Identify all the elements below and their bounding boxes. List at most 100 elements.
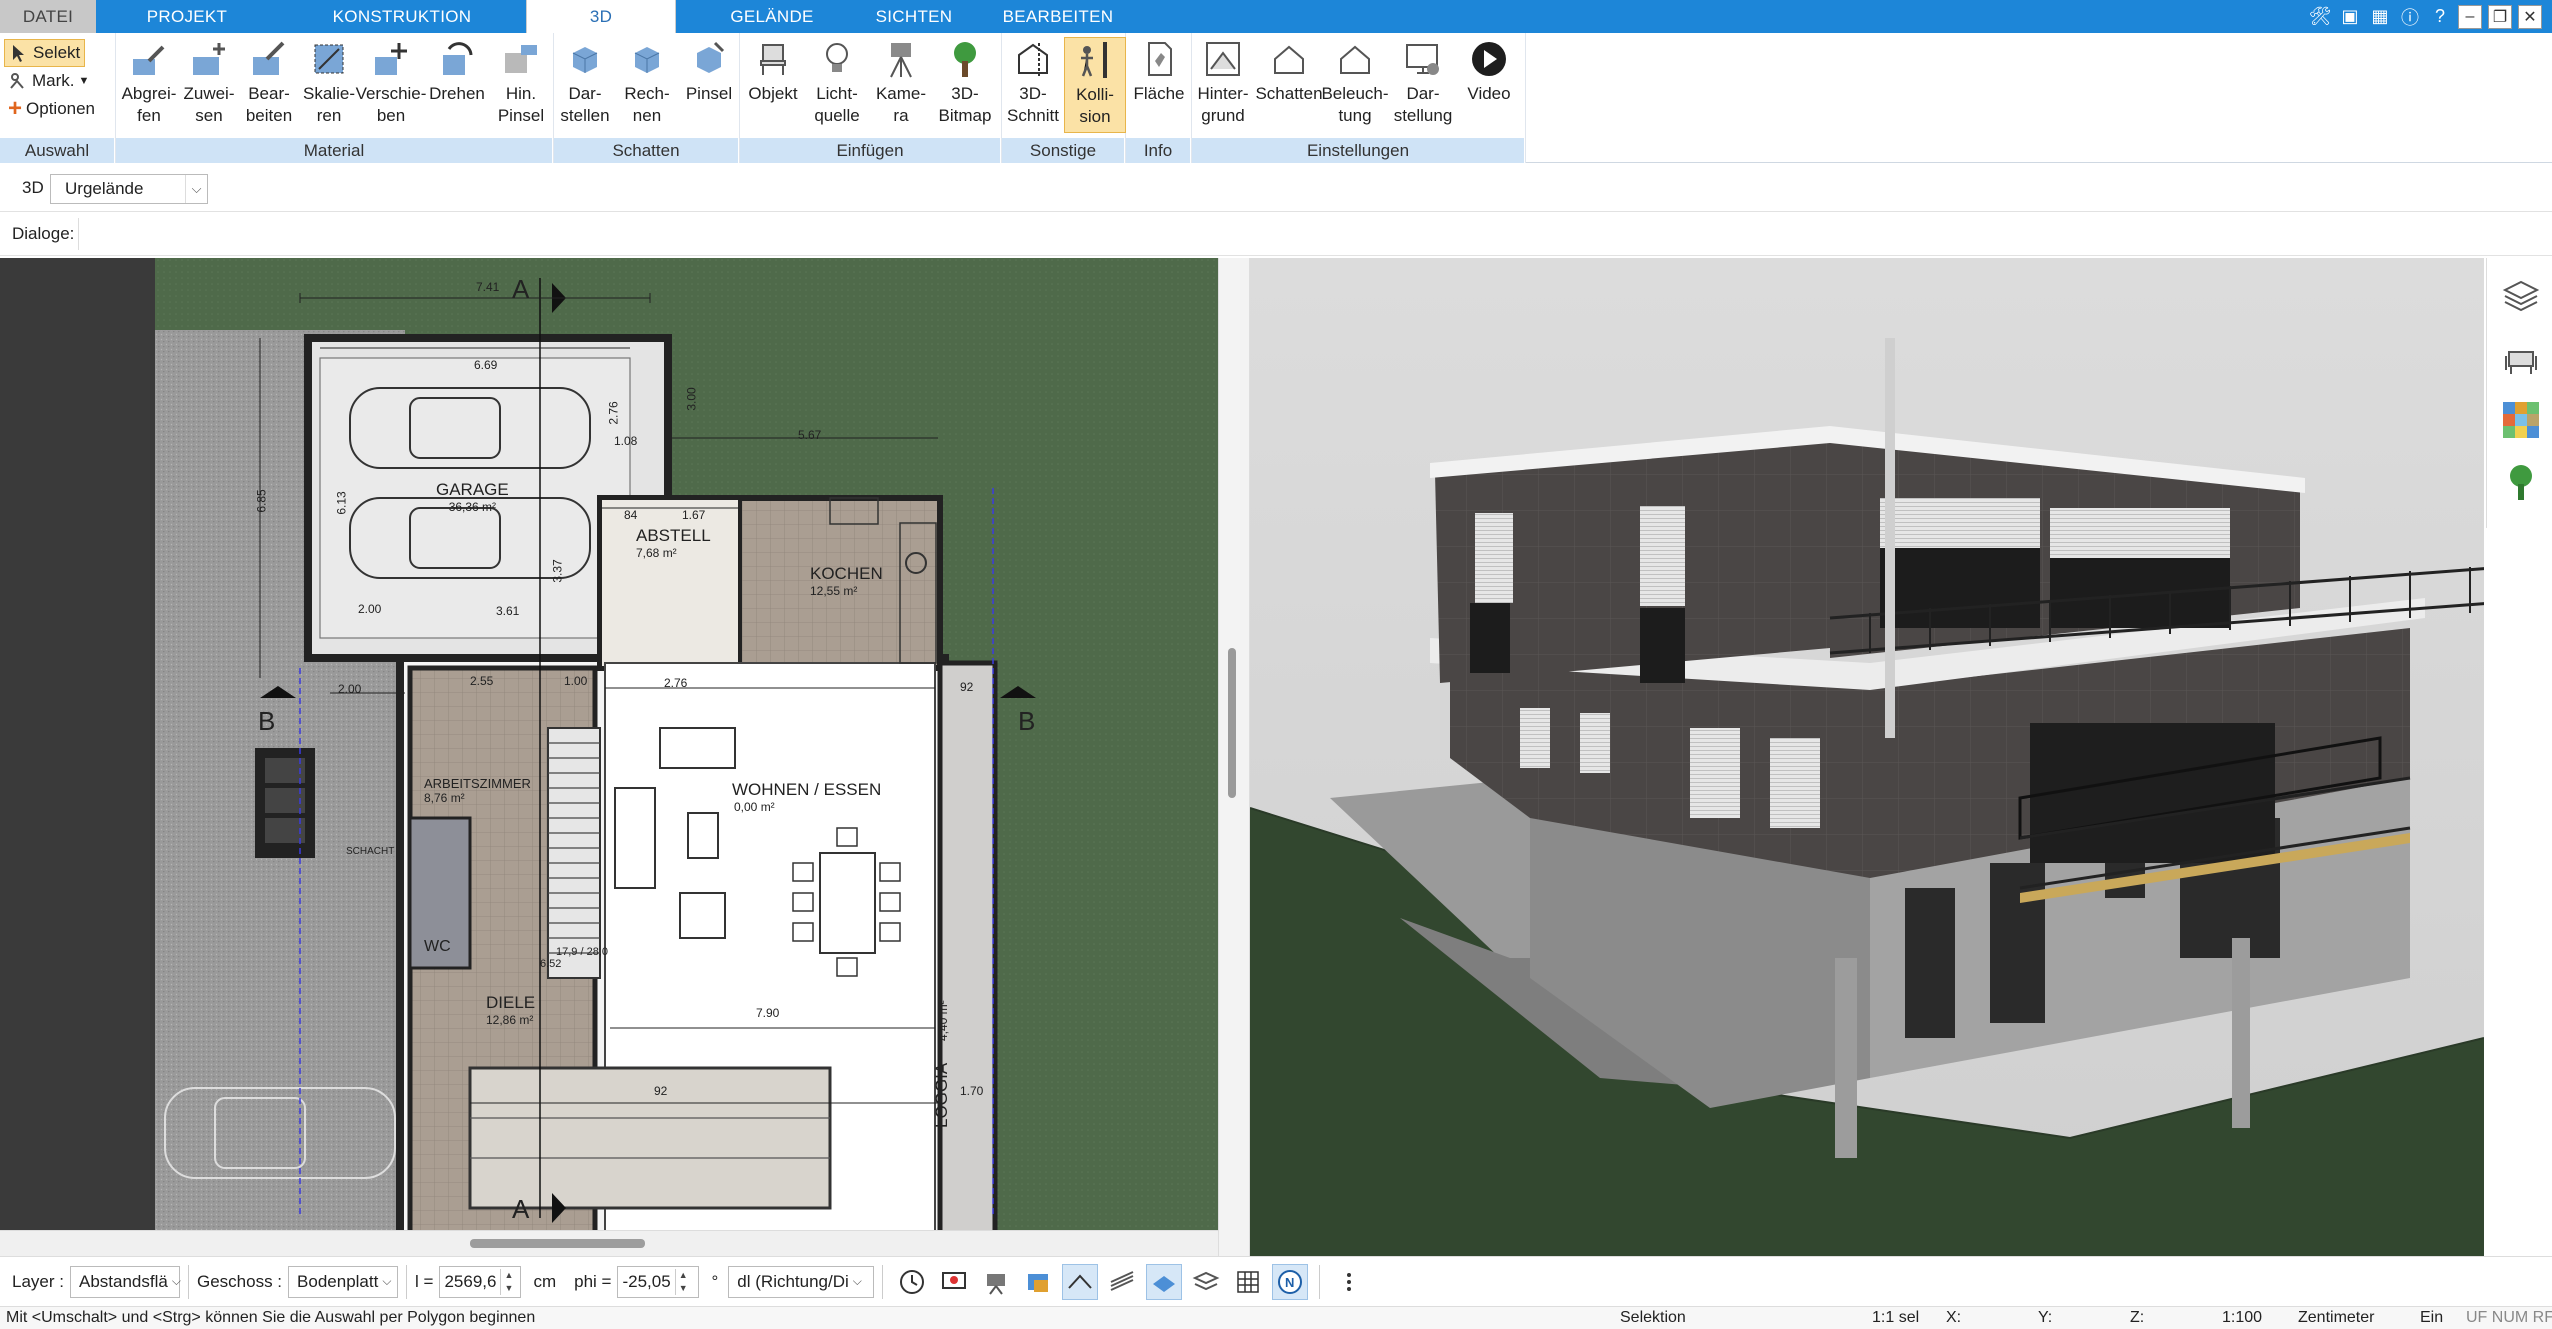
spinner-icon[interactable]: ▲ ▼	[674, 1268, 688, 1295]
hin-pinsel-label: Hin. Pinsel	[497, 84, 545, 125]
length-input[interactable]: 2569,6 ▲ ▼	[439, 1265, 522, 1298]
layers-toggle-icon[interactable]: ▣	[2338, 5, 2362, 29]
view-splitter[interactable]	[1218, 258, 1250, 1256]
selekt-button[interactable]: Selekt	[4, 39, 86, 67]
menu-tab-sichten[interactable]: SICHTEN	[868, 0, 960, 33]
flaeche-label: Fläche	[1133, 84, 1185, 103]
clock-icon[interactable]	[894, 1264, 930, 1300]
layers-icon[interactable]	[2501, 276, 2541, 316]
kollision-button[interactable]: Kolli- sion	[1064, 37, 1126, 133]
plan-horizontal-scrollbar[interactable]	[0, 1230, 1218, 1256]
optionen-label: Optionen	[26, 99, 96, 118]
surface-icon[interactable]	[1146, 1263, 1183, 1300]
rotate-icon	[435, 37, 479, 81]
floor-plan-view[interactable]: GARAGE 36,36 m² ABSTELL 7,68 m² KOCHEN 1…	[0, 258, 1218, 1230]
kamera-button[interactable]: Kame- ra	[870, 37, 932, 133]
3d-bitmap-button[interactable]: 3D- Bitmap	[934, 37, 996, 133]
restore-icon[interactable]: ❐	[2488, 4, 2512, 29]
close-icon[interactable]: ✕	[2518, 4, 2542, 29]
armchair-icon[interactable]	[2501, 338, 2541, 378]
3d-house-render	[1250, 258, 2484, 1256]
geschoss-select[interactable]: Bodenplatt ⌵	[288, 1265, 399, 1298]
schatten-rechnen-label: Rech- nen	[624, 84, 670, 125]
status-bar: Mit <Umschalt> und <Strg> können Sie die…	[0, 1306, 2552, 1329]
material-palette-icon[interactable]	[2501, 400, 2541, 440]
schatten-pinsel-button[interactable]: Pinsel	[678, 37, 740, 133]
mark-icon	[10, 73, 24, 89]
objekt-label: Objekt	[748, 84, 798, 103]
video-button[interactable]: Video	[1458, 37, 1520, 133]
flaeche-button[interactable]: Fläche	[1128, 37, 1190, 133]
objekt-button[interactable]: Objekt	[742, 37, 804, 133]
zuweisen-button[interactable]: Zuwei- sen	[178, 37, 240, 133]
menu-tab-bearbeiten[interactable]: BEARBEITEN	[960, 0, 1156, 33]
cursor-icon	[13, 45, 24, 62]
texture-icon[interactable]	[1020, 1264, 1056, 1300]
group-label-material: Material	[116, 138, 553, 163]
minimize-icon[interactable]: –	[2458, 4, 2482, 29]
beleuchtung-button[interactable]: Beleuch- tung	[1321, 37, 1389, 133]
help-icon[interactable]: ?	[2428, 5, 2452, 29]
darstellung-button[interactable]: Dar- stellung	[1392, 37, 1454, 133]
tools-icon[interactable]: 🛠	[2308, 5, 2332, 29]
roof-view-icon[interactable]	[1062, 1263, 1099, 1300]
layer-select[interactable]: Abstandsflä ⌵	[69, 1265, 181, 1298]
status-y: Y:	[2038, 1309, 2053, 1326]
selekt-label: Selekt	[33, 43, 81, 62]
phi-value: -25,05	[622, 1271, 671, 1291]
grid-icon[interactable]	[1230, 1264, 1266, 1300]
schatten-darstellen-button[interactable]: Dar- stellen	[554, 37, 616, 133]
room-label-loggia: LOGGIA 4,40 m²	[932, 1000, 952, 1128]
lichtquelle-button[interactable]: Licht- quelle	[806, 37, 868, 133]
phi-input[interactable]: -25,05 ▲ ▼	[617, 1265, 700, 1298]
menu-tab-3d[interactable]: 3D	[526, 0, 676, 33]
schatten-rechnen-button[interactable]: Rech- nen	[616, 37, 678, 133]
3d-schnitt-button[interactable]: 3D- Schnitt	[1002, 37, 1064, 133]
section-cut-icon	[1011, 37, 1055, 81]
hin-pinsel-button[interactable]: Hin. Pinsel	[490, 37, 552, 133]
screen-record-icon[interactable]	[936, 1264, 972, 1300]
row-3d-label: 3D	[22, 178, 44, 197]
status-scale: 1:100	[2222, 1309, 2263, 1326]
bearbeiten-button[interactable]: Bear- beiten	[238, 37, 300, 133]
info-icon[interactable]: ⓘ	[2398, 5, 2422, 29]
abgreifen-button[interactable]: Abgrei- fen	[118, 37, 180, 133]
north-arrow-icon[interactable]: N	[1272, 1263, 1309, 1300]
layer-label: Layer :	[12, 1271, 64, 1291]
skalieren-button[interactable]: Skalie- ren	[298, 37, 360, 133]
layers-stack-icon[interactable]	[1188, 1264, 1224, 1300]
menu-tab-gelaende[interactable]: GELÄNDE	[676, 0, 868, 33]
spinner-icon[interactable]: ▲ ▼	[500, 1268, 513, 1295]
menu-tab-datei[interactable]: DATEI	[0, 0, 96, 33]
dim-label: 17,9 / 28,0	[556, 946, 608, 958]
menu-tab-projekt[interactable]: PROJEKT	[96, 0, 278, 33]
area-icon	[1137, 37, 1181, 81]
skalieren-label: Skalie- ren	[303, 84, 355, 125]
status-x: X:	[1946, 1309, 1962, 1326]
splitter-grip[interactable]	[1228, 648, 1236, 798]
plant-icon[interactable]	[2501, 462, 2541, 502]
terrain-select[interactable]: Urgelände ⌵	[50, 174, 208, 204]
direction-select[interactable]: dl (Richtung/Di ⌵	[728, 1265, 875, 1298]
verschieben-button[interactable]: Verschie- ben	[356, 37, 426, 133]
walkthrough-icon[interactable]	[978, 1264, 1014, 1300]
einst-schatten-button[interactable]: Schatten	[1255, 37, 1323, 133]
mark-button[interactable]: Mark. ▼	[4, 67, 93, 95]
lightbulb-icon	[815, 37, 859, 81]
dim-label: 1.08	[614, 434, 638, 448]
menu-tab-konstruktion[interactable]: KONSTRUKTION	[278, 0, 526, 33]
group-label-einstellungen: Einstellungen	[1192, 138, 1525, 163]
hintergrund-button[interactable]: Hinter- grund	[1192, 37, 1254, 133]
darstellung-label: Dar- stellung	[1393, 84, 1453, 125]
window-icon[interactable]: ▦	[2368, 5, 2392, 29]
status-mode: Selektion	[1620, 1309, 1686, 1326]
drehen-button[interactable]: Drehen	[426, 37, 488, 133]
roof-tiles-icon[interactable]	[1104, 1264, 1140, 1300]
scrollbar-thumb[interactable]	[470, 1239, 645, 1248]
group-label-auswahl: Auswahl	[0, 138, 115, 163]
optionen-button[interactable]: + Optionen	[4, 95, 99, 123]
edit-material-icon	[247, 37, 291, 81]
dim-label: 92	[960, 680, 974, 694]
3d-view[interactable]	[1250, 258, 2484, 1256]
more-icon[interactable]	[1331, 1264, 1367, 1300]
